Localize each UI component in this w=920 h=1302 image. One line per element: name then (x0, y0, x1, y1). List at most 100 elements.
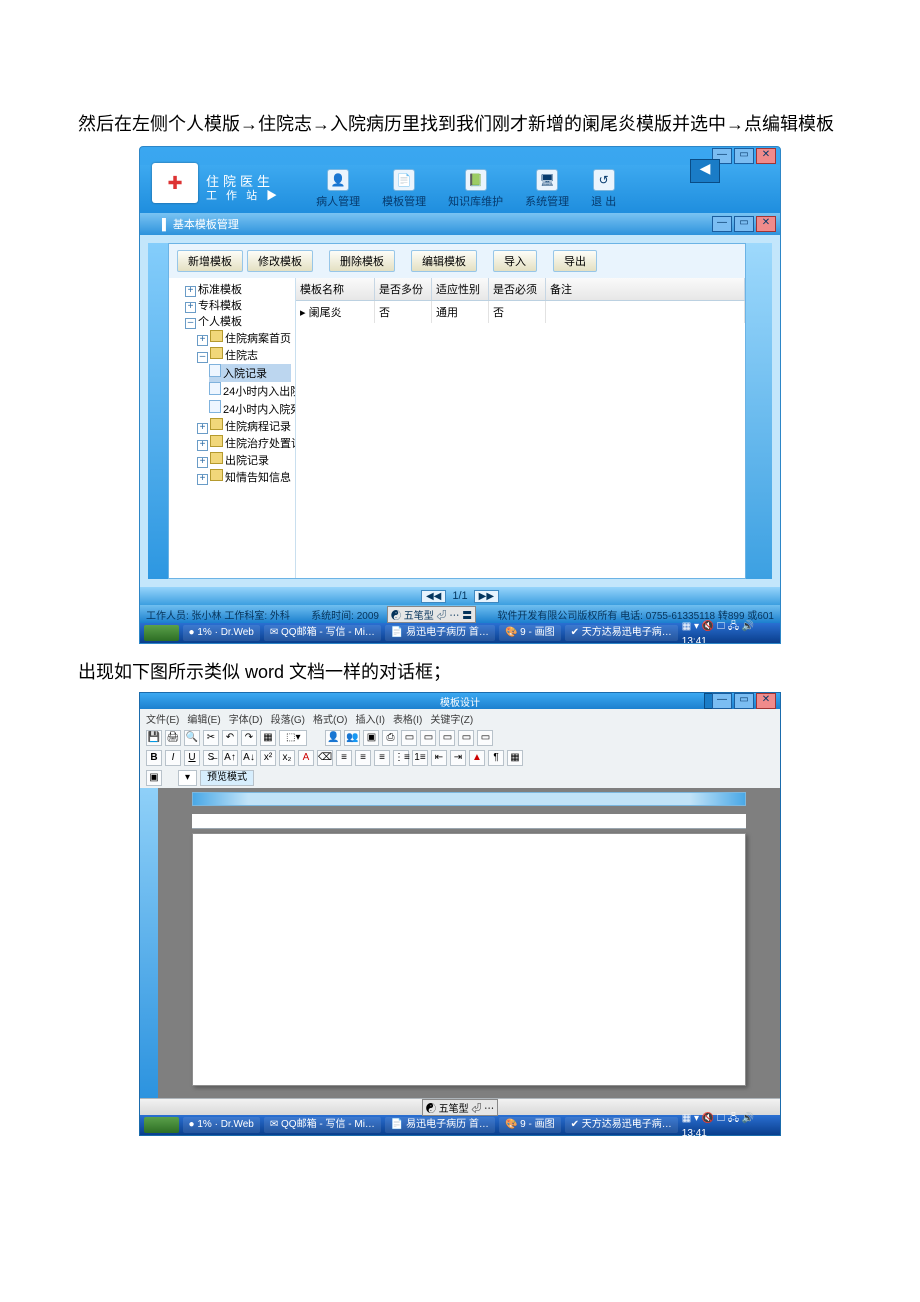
system-tray[interactable]: ▦ ▾ 🔇 🞎 🖧 🔊 13:41 (682, 619, 776, 644)
nav-patients[interactable]: 👤病人管理 (316, 169, 360, 209)
border-icon[interactable]: ▦ (507, 750, 523, 766)
para-icon[interactable]: ¶ (488, 750, 504, 766)
align-left-icon[interactable]: ≡ (336, 750, 352, 766)
pager-first-button[interactable]: ◀◀ (421, 590, 446, 603)
editor-close-button[interactable]: ✕ (756, 693, 776, 709)
close-button[interactable]: ✕ (756, 148, 776, 164)
system-tray[interactable]: ▦ ▾ 🔇 🞎 🖧 🔊 13:41 (682, 1111, 776, 1139)
numbering-icon[interactable]: 1≡ (412, 750, 428, 766)
tree-node-24h-death[interactable]: 24小时内入院死亡 (209, 400, 291, 418)
ime-bar[interactable]: ☯ 五笔型 ⏎ ⋯ 〓 (387, 606, 476, 623)
tree-node-specialty[interactable]: +专科模板 (185, 298, 291, 314)
toolbar-icon[interactable]: ▭ (439, 730, 455, 746)
taskbar-item[interactable]: ● 1% · Dr.Web (183, 625, 260, 641)
start-button[interactable] (144, 1117, 179, 1133)
taskbar-item[interactable]: 📄 易迅电子病历 首… (385, 625, 495, 641)
col-name[interactable]: 模板名称 (296, 278, 375, 300)
bold-icon[interactable]: B (146, 750, 162, 766)
ime-bar[interactable]: ☯ 五笔型 ⏎ ⋯ (422, 1099, 498, 1116)
taskbar-item[interactable]: ✔ 天方达易迅电子病… (565, 625, 678, 641)
tree-node-progress[interactable]: +住院病程记录 (197, 418, 291, 435)
document-area[interactable] (158, 788, 780, 1098)
font-color-icon[interactable]: A (298, 750, 314, 766)
nav-exit[interactable]: ↺退 出 (591, 169, 616, 209)
menu-file[interactable]: 文件(E) (146, 711, 179, 726)
menu-paragraph[interactable]: 段落(G) (271, 711, 305, 726)
table-icon[interactable]: ▦ (260, 730, 276, 746)
taskbar-item[interactable]: ✔ 天方达易迅电子病… (565, 1117, 678, 1133)
save-icon[interactable]: 💾 (146, 730, 162, 746)
horizontal-ruler-top[interactable] (192, 792, 746, 806)
horizontal-ruler[interactable] (192, 814, 746, 829)
outdent-icon[interactable]: ⇤ (431, 750, 447, 766)
taskbar-item[interactable]: 🎨 9 - 画图 (499, 1117, 561, 1133)
toolbar-icon[interactable]: 👤 (325, 730, 341, 746)
search-icon[interactable]: 🔍 (184, 730, 200, 746)
toolbar-icon[interactable]: 👥 (344, 730, 360, 746)
menu-keyword[interactable]: 关键字(Z) (430, 711, 473, 726)
style-select[interactable]: ▾ (178, 770, 197, 786)
menu-font[interactable]: 字体(D) (229, 711, 263, 726)
subscript-icon[interactable]: x₂ (279, 750, 295, 766)
undo-icon[interactable]: ↶ (222, 730, 238, 746)
align-center-icon[interactable]: ≡ (355, 750, 371, 766)
col-remark[interactable]: 备注 (546, 278, 745, 300)
toolbar-icon[interactable]: ▣ (363, 730, 379, 746)
nav-knowledge[interactable]: 📗知识库维护 (448, 169, 503, 209)
tree-node-personal[interactable]: –个人模板 +住院病案首页 –住院志 入院记录 24小时内入出院记 24小时内入… (185, 314, 291, 486)
decrease-font-icon[interactable]: A↓ (241, 750, 257, 766)
inner-close-button[interactable]: ✕ (756, 216, 776, 232)
tree-node-discharge[interactable]: +出院记录 (197, 452, 291, 469)
menu-edit[interactable]: 编辑(E) (187, 711, 220, 726)
cut-icon[interactable]: ✂ (203, 730, 219, 746)
toolbar-icon[interactable]: ▭ (420, 730, 436, 746)
table-select[interactable]: ⬚▾ (279, 730, 307, 746)
tree-node-admission-record[interactable]: 入院记录 (209, 364, 291, 382)
template-tree[interactable]: +标准模板 +专科模板 –个人模板 +住院病案首页 –住院志 入院记录 24 (169, 278, 296, 578)
tree-node-zhuyuanzhi[interactable]: –住院志 入院记录 24小时内入出院记 24小时内入院死亡 (197, 347, 291, 418)
marker-icon[interactable]: ▣ (146, 770, 162, 786)
nav-system[interactable]: 🖥系统管理 (525, 169, 569, 209)
preview-mode-select[interactable]: 预览模式 (200, 770, 254, 786)
inner-minimize-button[interactable]: — (712, 216, 732, 232)
strike-icon[interactable]: S̶ (203, 750, 219, 766)
clear-format-icon[interactable]: ⌫ (317, 750, 333, 766)
document-page[interactable] (192, 833, 746, 1086)
indent-icon[interactable]: ⇥ (450, 750, 466, 766)
taskbar-item[interactable]: ✉ QQ邮箱 - 写信 - Mi… (264, 625, 381, 641)
print-icon[interactable]: 🖨 (165, 730, 181, 746)
col-required[interactable]: 是否必须 (489, 278, 546, 300)
redo-icon[interactable]: ↷ (241, 730, 257, 746)
editor-min-button[interactable]: — (712, 693, 732, 709)
taskbar-item[interactable]: ● 1% · Dr.Web (183, 1117, 260, 1133)
bullets-icon[interactable]: ⋮≡ (393, 750, 409, 766)
superscript-icon[interactable]: x² (260, 750, 276, 766)
tree-node-homepage[interactable]: +住院病案首页 (197, 330, 291, 347)
fold-right-icon[interactable]: ◀ (690, 159, 720, 183)
underline-icon[interactable]: U (184, 750, 200, 766)
edit-template-button[interactable]: 编辑模板 (411, 250, 477, 272)
toolbar-icon[interactable]: ▭ (477, 730, 493, 746)
import-button[interactable]: 导入 (493, 250, 537, 272)
menu-format[interactable]: 格式(O) (313, 711, 347, 726)
inner-maximize-button[interactable]: ▭ (734, 216, 754, 232)
highlight-icon[interactable]: ▲ (469, 750, 485, 766)
new-template-button[interactable]: 新增模板 (177, 250, 243, 272)
col-gender[interactable]: 适应性别 (432, 278, 489, 300)
vertical-toolbar[interactable] (140, 788, 158, 1098)
toolbar-icon[interactable]: ▭ (458, 730, 474, 746)
menu-insert[interactable]: 插入(I) (355, 711, 384, 726)
col-multi[interactable]: 是否多份 (375, 278, 432, 300)
toolbar-icon[interactable]: ▭ (401, 730, 417, 746)
start-button[interactable] (144, 625, 179, 641)
tree-node-treatment[interactable]: +住院治疗处置记录 (197, 435, 291, 452)
tree-node-consent[interactable]: +知情告知信息 (197, 469, 291, 486)
taskbar-item[interactable]: 🎨 9 - 画图 (499, 625, 561, 641)
pager-last-button[interactable]: ▶▶ (474, 590, 499, 603)
nav-templates[interactable]: 📄模板管理 (382, 169, 426, 209)
toolbar-icon[interactable]: ⎙ (382, 730, 398, 746)
tree-node-standard[interactable]: +标准模板 (185, 282, 291, 298)
taskbar-item[interactable]: ✉ QQ邮箱 - 写信 - Mi… (264, 1117, 381, 1133)
menu-table[interactable]: 表格(I) (393, 711, 422, 726)
tree-node-24h-in-out[interactable]: 24小时内入出院记 (209, 382, 291, 400)
